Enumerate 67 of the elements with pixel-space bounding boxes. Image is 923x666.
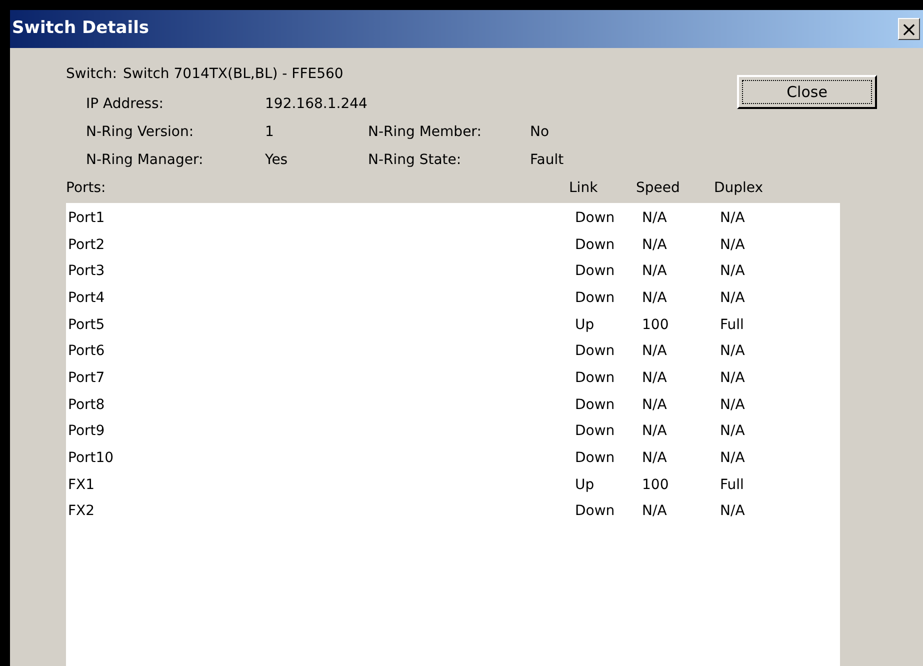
port-speed: N/A (642, 368, 668, 388)
port-speed: N/A (642, 422, 668, 442)
port-speed: 100 (642, 476, 670, 495)
duplex-mode: N/A (720, 449, 746, 468)
duplex-mode: N/A (720, 262, 746, 282)
port-name: FX1 (68, 476, 96, 495)
port-name: Port1 (68, 208, 106, 228)
field-label: N-Ring Version: (86, 122, 195, 142)
port-speed: N/A (642, 288, 668, 308)
port-speed: N/A (642, 236, 668, 255)
port-name: Port7 (68, 368, 106, 388)
link-status: Down (575, 396, 616, 415)
window-title: Switch Details (12, 17, 150, 40)
link-status: Down (575, 342, 616, 362)
port-name: Port3 (68, 262, 106, 282)
port-name: Port6 (68, 342, 106, 362)
column-header: Link (569, 179, 599, 198)
link-status: Up (575, 476, 596, 495)
duplex-mode: N/A (720, 208, 746, 228)
port-speed: N/A (642, 449, 668, 468)
port-name: Port5 (68, 316, 106, 335)
field-value: Fault (530, 150, 565, 170)
duplex-mode: Full (720, 316, 745, 335)
link-status: Down (575, 236, 616, 255)
field-value: Switch 7014TX(BL,BL) - FFE560 (123, 64, 344, 84)
close-button[interactable]: Close (737, 75, 877, 109)
duplex-mode: N/A (720, 368, 746, 388)
field-label: N-Ring Manager: (86, 150, 204, 170)
duplex-mode: N/A (720, 502, 746, 522)
port-speed: N/A (642, 502, 668, 522)
link-status: Down (575, 288, 616, 308)
port-name: Port8 (68, 396, 106, 415)
link-status: Down (575, 208, 616, 228)
column-header: Speed (636, 179, 681, 198)
field-label: N-Ring State: (368, 150, 462, 170)
port-speed: N/A (642, 396, 668, 415)
link-status: Up (575, 316, 596, 335)
port-speed: N/A (642, 342, 668, 362)
link-status: Down (575, 368, 616, 388)
port-name: Port10 (68, 449, 115, 468)
field-value: Yes (265, 150, 289, 170)
port-speed: N/A (642, 208, 668, 228)
column-header: Duplex (714, 179, 764, 198)
port-name: FX2 (68, 502, 96, 522)
field-value: 1 (265, 122, 275, 142)
link-status: Down (575, 502, 616, 522)
port-speed: 100 (642, 316, 670, 335)
port-name: Port9 (68, 422, 106, 442)
field-label: IP Address: (86, 94, 164, 114)
duplex-mode: Full (720, 476, 745, 495)
duplex-mode: N/A (720, 288, 746, 308)
close-button[interactable]: × (898, 18, 920, 40)
link-status: Down (575, 422, 616, 442)
link-status: Down (575, 262, 616, 282)
field-label: N-Ring Member: (368, 122, 482, 142)
duplex-mode: N/A (720, 422, 746, 442)
port-name: Port2 (68, 236, 106, 255)
port-name: Port4 (68, 288, 106, 308)
duplex-mode: N/A (720, 236, 746, 255)
port-speed: N/A (642, 262, 668, 282)
list-label: Ports: (66, 179, 107, 198)
field-label: Switch: (66, 64, 118, 84)
field-value: No (530, 122, 550, 142)
duplex-mode: N/A (720, 396, 746, 415)
link-status: Down (575, 449, 616, 468)
field-value: 192.168.1.244 (265, 94, 368, 114)
duplex-mode: N/A (720, 342, 746, 362)
